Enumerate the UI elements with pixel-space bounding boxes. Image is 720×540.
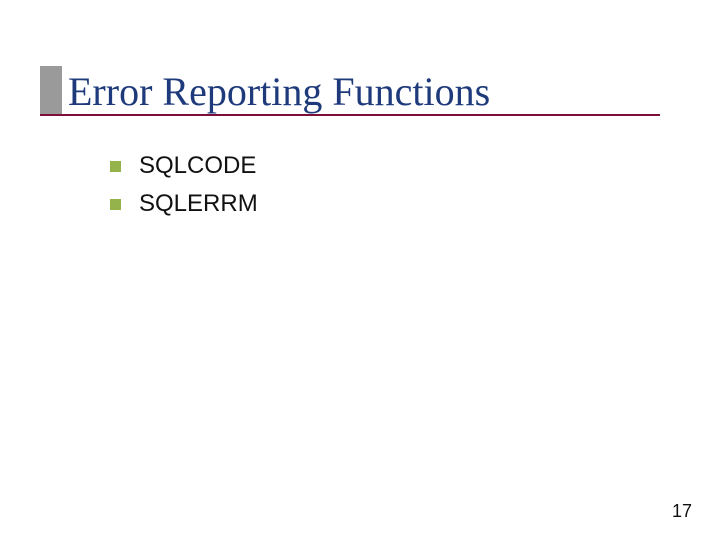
list-item: SQLCODE	[110, 152, 258, 180]
square-bullet-icon	[110, 199, 121, 210]
page-number: 17	[672, 501, 692, 522]
slide: Error Reporting Functions SQLCODE SQLERR…	[0, 0, 720, 540]
bullet-list: SQLCODE SQLERRM	[110, 152, 258, 228]
list-item: SQLERRM	[110, 190, 258, 218]
title-tick-accent	[40, 66, 62, 116]
slide-title: Error Reporting Functions	[68, 68, 490, 115]
square-bullet-icon	[110, 161, 121, 172]
bullet-text: SQLCODE	[139, 152, 256, 180]
bullet-text: SQLERRM	[139, 190, 258, 218]
